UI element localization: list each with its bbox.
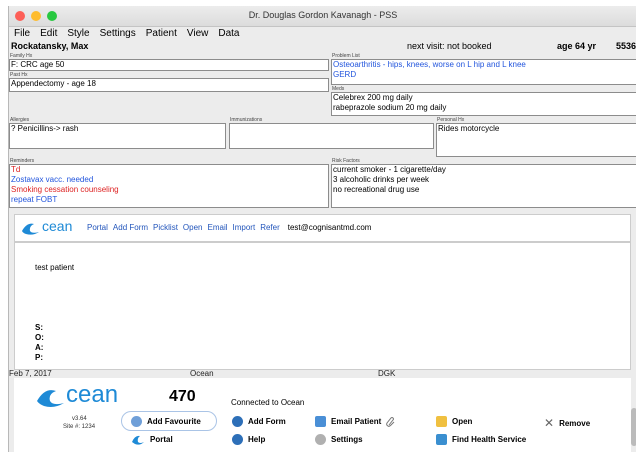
menu-bar: File Edit Style Settings Patient View Da… <box>9 27 636 40</box>
reminder-item: Smoking cessation counseling <box>11 185 119 194</box>
ocean-logo-text: cean <box>42 218 73 234</box>
settings-label: Settings <box>331 435 363 444</box>
find-health-service-label: Find Health Service <box>452 435 527 444</box>
ocean-version: v3.64 <box>72 416 87 422</box>
note-text: test patient <box>35 263 75 272</box>
problem-list-box[interactable]: Osteoarthritis - hips, knees, worse on L… <box>331 59 636 85</box>
add-form-button[interactable]: Add Form <box>232 416 286 427</box>
paperclip-icon <box>386 416 395 427</box>
open-icon <box>436 416 447 427</box>
med-item: rabeprazole sodium 20 mg daily <box>333 103 447 112</box>
title-bar: Dr. Douglas Gordon Kavanagh - PSS <box>9 6 636 27</box>
ocean-picklist-link[interactable]: Picklist <box>153 223 178 232</box>
patient-name: Rockatansky, Max <box>11 41 89 51</box>
ocean-count: 470 <box>169 388 196 405</box>
menu-data[interactable]: Data <box>218 28 239 39</box>
past-hx-item: Appendectomy - age 18 <box>11 79 96 88</box>
next-visit: next visit: not booked <box>407 41 492 51</box>
help-label: Help <box>248 435 266 444</box>
reminder-item: Td <box>11 165 21 174</box>
ocean-refer-link[interactable]: Refer <box>260 223 280 232</box>
add-favourite-label: Add Favourite <box>147 417 201 426</box>
help-button[interactable]: Help <box>232 434 265 445</box>
risk-factor-item: no recreational drug use <box>333 185 420 194</box>
find-health-service-button[interactable]: Find Health Service <box>436 434 526 445</box>
reminder-item: Zostavax vacc. needed <box>11 175 94 184</box>
email-patient-button[interactable]: Email Patient <box>315 416 396 427</box>
patient-id: 5536 <box>616 41 636 51</box>
risk-factor-item: current smoker - 1 cigarette/day <box>333 165 446 174</box>
ocean-status: Connected to Ocean <box>231 398 305 407</box>
menu-file[interactable]: File <box>14 28 30 39</box>
menu-style[interactable]: Style <box>67 28 89 39</box>
problem-item: Osteoarthritis - hips, knees, worse on L… <box>333 60 526 69</box>
ocean-panel-logo-text: cean <box>66 381 119 408</box>
allergy-item: ? Penicillins-> rash <box>11 124 79 133</box>
menu-view[interactable]: View <box>187 28 209 39</box>
portal-button[interactable]: Portal <box>131 434 173 445</box>
portal-icon <box>132 435 144 445</box>
ocean-links: Portal Add Form Picklist Open Email Impo… <box>87 223 371 232</box>
ocean-account-email: test@cognisantmd.com <box>287 223 372 232</box>
patient-age: age 64 yr <box>557 41 597 51</box>
menu-settings[interactable]: Settings <box>100 28 136 39</box>
ocean-logo-icon <box>22 223 39 235</box>
add-form-icon <box>232 416 243 427</box>
soap-p: P: <box>35 353 43 362</box>
menu-edit[interactable]: Edit <box>40 28 57 39</box>
meds-box[interactable]: Celebrex 200 mg daily rabeprazole sodium… <box>331 92 636 116</box>
add-favourite-button[interactable]: Add Favourite <box>131 416 201 427</box>
risk-factor-item: 3 alcoholic drinks per week <box>333 175 430 184</box>
ocean-open-link[interactable]: Open <box>183 223 203 232</box>
email-icon <box>315 416 326 427</box>
family-hx-box[interactable]: F: CRC age 50 <box>9 59 329 71</box>
scrollbar-thumb[interactable] <box>631 408 636 446</box>
help-icon <box>232 434 243 445</box>
reminders-box[interactable]: Td Zostavax vacc. needed Smoking cessati… <box>9 164 329 208</box>
settings-button[interactable]: Settings <box>315 434 363 445</box>
soap-a: A: <box>35 343 44 352</box>
open-button[interactable]: Open <box>436 416 472 427</box>
ocean-email-link[interactable]: Email <box>208 223 228 232</box>
personal-hx-box[interactable]: Rides motorcycle <box>436 123 636 157</box>
pss-window: Dr. Douglas Gordon Kavanagh - PSS File E… <box>8 6 636 452</box>
personal-hx-item: Rides motorcycle <box>438 124 500 133</box>
open-label: Open <box>452 417 473 426</box>
allergies-box[interactable]: ? Penicillins-> rash <box>9 123 226 149</box>
portal-label: Portal <box>150 435 173 444</box>
add-form-label: Add Form <box>248 417 286 426</box>
window-title: Dr. Douglas Gordon Kavanagh - PSS <box>248 10 398 20</box>
health-service-icon <box>436 434 447 445</box>
past-hx-box[interactable]: Appendectomy - age 18 <box>9 78 329 92</box>
reminder-item: repeat FOBT <box>11 195 58 204</box>
ocean-panel: cean v3.64 Site #: 1234 470 Connected to… <box>14 378 631 452</box>
encounter-notes[interactable]: test patient S: O: A: P: <box>14 242 631 370</box>
gear-icon <box>315 434 326 445</box>
soap-o: O: <box>35 333 44 342</box>
email-patient-label: Email Patient <box>331 417 382 426</box>
remove-x-icon: ✕ <box>544 416 555 430</box>
soap-s: S: <box>35 323 43 332</box>
ocean-add-form-link[interactable]: Add Form <box>113 223 148 232</box>
med-item: Celebrex 200 mg daily <box>333 93 413 102</box>
family-hx-item: F: CRC age 50 <box>11 60 65 69</box>
ocean-import-link[interactable]: Import <box>233 223 256 232</box>
soap-headings: S: O: A: P: <box>35 323 44 363</box>
patient-header: Rockatansky, Max next visit: not booked … <box>9 40 636 52</box>
problem-item: GERD <box>333 70 357 79</box>
favourite-icon <box>131 416 142 427</box>
ocean-toolbar: cean Portal Add Form Picklist Open Email… <box>14 214 631 242</box>
encounter-provider: DGK <box>378 369 396 378</box>
ocean-panel-logo-icon <box>37 390 64 407</box>
encounter-source: Ocean <box>190 369 214 378</box>
encounter-date: Feb 7, 2017 <box>9 369 52 378</box>
risk-factors-box[interactable]: current smoker - 1 cigarette/day 3 alcoh… <box>331 164 636 208</box>
menu-patient[interactable]: Patient <box>146 28 177 39</box>
remove-label: Remove <box>559 418 591 428</box>
ocean-site-number: Site #: 1234 <box>63 424 96 430</box>
remove-button[interactable]: ✕ Remove <box>544 416 590 430</box>
immunizations-box[interactable] <box>229 123 434 149</box>
ocean-portal-link[interactable]: Portal <box>87 223 108 232</box>
